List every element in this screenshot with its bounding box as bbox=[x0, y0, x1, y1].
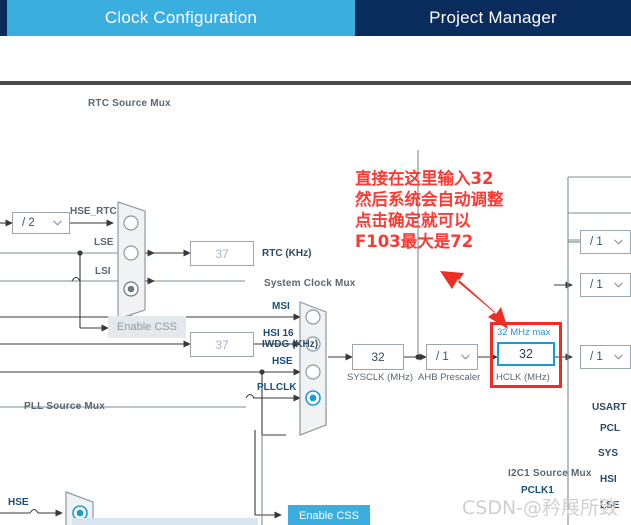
i2c1-source-mux-title: I2C1 Source Mux bbox=[508, 468, 592, 479]
tab-bar: Clock Configuration Project Manager bbox=[0, 0, 631, 36]
chevron-down-icon bbox=[614, 354, 623, 360]
sysclk-label: SYSCLK (MHz) bbox=[347, 372, 413, 383]
right-prescaler-2-value: / 1 bbox=[590, 279, 603, 291]
rtc-frequency-value: 37 bbox=[215, 246, 229, 261]
chevron-down-icon bbox=[461, 354, 470, 360]
signal-label-lsi: LSI bbox=[95, 266, 111, 277]
tab-project-manager[interactable]: Project Manager bbox=[355, 0, 631, 36]
pll-panel bbox=[72, 518, 258, 525]
tab-bar-left-edge bbox=[0, 0, 7, 36]
pll-source-mux-title: PLL Source Mux bbox=[24, 401, 105, 412]
signal-label-hse-rtc: HSE_RTC bbox=[70, 206, 117, 217]
enable-css-rtc-button[interactable]: Enable CSS bbox=[108, 316, 186, 338]
sysclk-frequency-value: 32 bbox=[371, 350, 385, 364]
hclk-frequency-input[interactable]: 32 bbox=[497, 342, 555, 366]
signal-label-lse: LSE bbox=[94, 237, 114, 248]
clock-configuration-window: Clock Configuration Project Manager RTC … bbox=[0, 0, 631, 525]
hclk-frequency-value: 32 bbox=[519, 347, 533, 361]
rtc-frequency-box[interactable]: 37 bbox=[190, 241, 254, 266]
iwdg-frequency-value: 37 bbox=[215, 337, 229, 352]
usart-source-sys: SYS bbox=[598, 448, 619, 459]
toolbar: Resolve Clock Issues bbox=[0, 36, 631, 109]
usart-source-hsi: HSI bbox=[600, 474, 617, 485]
system-clock-mux-title: System Clock Mux bbox=[264, 278, 356, 289]
right-prescaler-1-value: / 1 bbox=[590, 236, 603, 248]
signal-label-hsi16: HSI 16 bbox=[263, 328, 294, 339]
right-prescaler-2-select[interactable]: / 1 bbox=[580, 273, 631, 297]
chevron-down-icon bbox=[614, 282, 623, 288]
usart-source-pclk: PCL bbox=[600, 423, 620, 434]
right-prescaler-3-select[interactable]: / 1 bbox=[580, 345, 631, 369]
tab-clock-configuration-label: Clock Configuration bbox=[104, 8, 258, 27]
annotation-line-2: 然后系统会自动调整 bbox=[355, 190, 504, 209]
clock-tree-wires bbox=[0, 150, 631, 525]
clock-tree-diagram: RTC Source Mux System Clock Mux PLL Sour… bbox=[0, 85, 631, 525]
annotation-line-1: 直接在这里输入32 bbox=[355, 169, 494, 188]
tab-clock-configuration[interactable]: Clock Configuration bbox=[7, 0, 355, 36]
ahb-prescaler-select[interactable]: / 1 bbox=[426, 344, 478, 370]
chevron-down-icon bbox=[614, 239, 623, 245]
ahb-prescaler-label: AHB Prescaler bbox=[418, 372, 481, 383]
hse-rtc-divider-value: / 2 bbox=[22, 217, 35, 229]
rtc-output-label: RTC (KHz) bbox=[262, 248, 312, 259]
chevron-down-icon bbox=[53, 220, 62, 226]
iwdg-frequency-box[interactable]: 37 bbox=[190, 332, 254, 357]
right-prescaler-3-value: / 1 bbox=[590, 351, 603, 363]
usart-label: USART bbox=[592, 402, 627, 413]
ahb-prescaler-value: / 1 bbox=[436, 351, 449, 363]
tab-project-manager-label: Project Manager bbox=[429, 8, 557, 27]
annotation-line-4: F103最大是72 bbox=[355, 232, 474, 251]
csdn-watermark: CSDN-@矜展所致 bbox=[462, 497, 619, 519]
annotation-line-3: 点击确定就可以 bbox=[355, 211, 471, 230]
signal-label-pll-hse: HSE bbox=[8, 497, 29, 508]
signal-label-pllclk: PLLCLK bbox=[257, 382, 297, 393]
right-prescaler-1-select[interactable]: / 1 bbox=[580, 230, 631, 254]
red-arrow-pointing-down-right-icon bbox=[440, 271, 508, 329]
signal-label-hse: HSE bbox=[272, 356, 293, 367]
iwdg-output-label: IWDG (KHz) bbox=[262, 339, 319, 350]
sysclk-frequency-box[interactable]: 32 bbox=[352, 344, 404, 370]
rtc-source-mux-title: RTC Source Mux bbox=[88, 98, 171, 109]
hclk-label: HCLK (MHz) bbox=[496, 372, 550, 383]
enable-css-system-button[interactable]: Enable CSS bbox=[288, 505, 370, 525]
hse-rtc-divider-select[interactable]: / 2 bbox=[12, 212, 70, 234]
signal-label-msi: MSI bbox=[272, 301, 290, 312]
